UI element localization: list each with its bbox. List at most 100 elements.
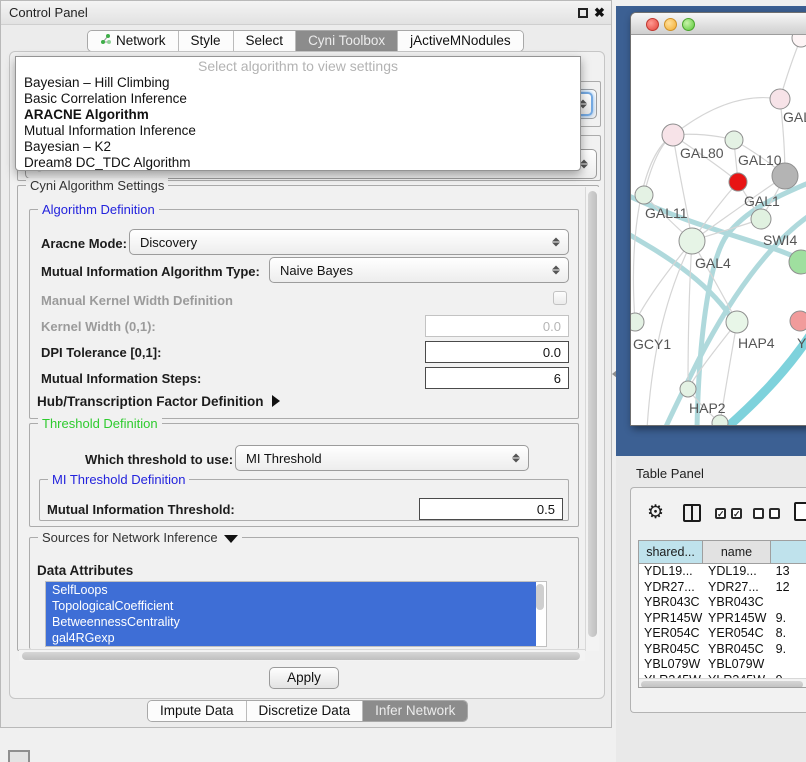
kernel-width-label: Kernel Width (0,1): <box>41 319 156 334</box>
mi-type-combo[interactable]: Naive Bayes <box>269 257 569 283</box>
close-icon[interactable]: ✖ <box>594 4 605 22</box>
node-label: HAP2 <box>689 400 726 416</box>
dropdown-item[interactable]: Bayesian – K2 <box>16 139 580 155</box>
control-panel: Control Panel ✖ Network Style Select Cyn… <box>0 0 612 728</box>
list-item[interactable]: gal4RGexp <box>46 630 536 646</box>
close-traffic-icon[interactable] <box>646 18 659 31</box>
network-node[interactable] <box>790 311 806 331</box>
apply-button[interactable]: Apply <box>269 667 339 689</box>
network-window-titlebar[interactable] <box>631 13 806 35</box>
column-header[interactable]: name <box>703 541 771 563</box>
network-node[interactable] <box>712 415 728 426</box>
table-panel-body: ⚙ ✓ ✓ shared... name YDL19...YDL19...13 … <box>630 487 806 713</box>
table-panel: Table Panel ⚙ ✓ ✓ shared... name YDL19..… <box>616 456 806 762</box>
list-scrollbar-thumb[interactable] <box>536 584 544 610</box>
settings-vertical-scrollbar[interactable] <box>585 187 599 651</box>
hub-definition-toggle[interactable]: Hub/Transcription Factor Definition <box>37 394 280 409</box>
dropdown-item-aracne[interactable]: ARACNE Algorithm <box>16 107 580 123</box>
settings-horizontal-scrollbar[interactable] <box>19 649 585 661</box>
dropdown-item[interactable]: Bayesian – Hill Climbing <box>16 75 580 91</box>
node-label: GAL10 <box>738 152 782 168</box>
control-panel-titlebar: Control Panel ✖ <box>1 1 611 25</box>
kernel-width-field[interactable]: 0.0 <box>425 315 569 337</box>
list-item[interactable]: TopologicalCoefficient <box>46 598 536 614</box>
scrollbar-thumb[interactable] <box>588 191 597 637</box>
select-all-checkbox-icon[interactable]: ✓ <box>715 508 726 519</box>
tab-infer-network[interactable]: Infer Network <box>363 701 467 721</box>
list-item[interactable]: BetweennessCentrality <box>46 614 536 630</box>
which-threshold-label: Which threshold to use: <box>85 452 233 467</box>
column-header[interactable]: shared... <box>639 541 703 563</box>
manual-kernel-checkbox[interactable] <box>553 291 567 305</box>
network-node-gal11[interactable] <box>635 186 653 204</box>
table-row[interactable]: YBL079WYBL079W <box>639 657 806 673</box>
network-node-gal10[interactable] <box>725 131 743 149</box>
sources-group-title[interactable]: Sources for Network Inference <box>38 530 242 545</box>
scrollbar-thumb[interactable] <box>641 681 803 688</box>
network-node-gal80[interactable] <box>662 124 684 146</box>
dropdown-placeholder: Select algorithm to view settings <box>16 57 580 75</box>
tab-jactivemnodules[interactable]: jActiveMNodules <box>398 31 523 51</box>
node-table: shared... name YDL19...YDL19...13 YDR27.… <box>638 540 806 688</box>
zoom-traffic-icon[interactable] <box>682 18 695 31</box>
table-row[interactable]: YBR043CYBR043C <box>639 595 806 611</box>
network-node-hap2[interactable] <box>680 381 696 397</box>
network-window[interactable]: GAL80 GAL10 GAL11 GAL1 SWI4 GAL4 GCY1 HA… <box>630 12 806 426</box>
table-row[interactable]: YER054CYER054C8. <box>639 626 806 642</box>
scrollbar-thumb[interactable] <box>22 652 580 660</box>
column-header[interactable] <box>771 541 806 563</box>
list-item[interactable]: SelfLoops <box>46 582 536 598</box>
network-node-gal4[interactable] <box>679 228 705 254</box>
minimize-traffic-icon[interactable] <box>664 18 677 31</box>
float-window-icon[interactable] <box>578 8 588 18</box>
dropdown-item[interactable]: Basic Correlation Inference <box>16 91 580 107</box>
top-tabbar: Network Style Select Cyni Toolbox jActiv… <box>87 30 524 52</box>
bottom-tabbar: Impute Data Discretize Data Infer Networ… <box>147 700 468 722</box>
algorithm-dropdown-list: Select algorithm to view settings Bayesi… <box>15 56 581 171</box>
export-table-icon[interactable] <box>794 502 806 521</box>
network-node[interactable] <box>770 89 790 109</box>
table-header: shared... name <box>639 541 806 564</box>
node-label: HAP4 <box>738 335 775 351</box>
deselect-checkbox-icon[interactable] <box>753 508 764 519</box>
dropdown-item[interactable]: Dream8 DC_TDC Algorithm <box>16 155 580 171</box>
network-node-gcy1[interactable] <box>631 313 644 331</box>
tab-discretize-data[interactable]: Discretize Data <box>247 701 364 721</box>
tab-cyni-toolbox[interactable]: Cyni Toolbox <box>296 31 398 51</box>
docked-panel-icon[interactable] <box>8 750 30 762</box>
tab-network[interactable]: Network <box>88 31 179 51</box>
aracne-mode-combo[interactable]: Discovery <box>129 229 569 255</box>
tab-style[interactable]: Style <box>179 31 234 51</box>
mi-threshold-label: Mutual Information Threshold: <box>47 502 235 517</box>
group-title: Cyni Algorithm Settings <box>26 178 168 193</box>
table-row[interactable]: YBR045CYBR045C9. <box>639 642 806 658</box>
tab-select[interactable]: Select <box>234 31 297 51</box>
node-label: Y <box>797 335 806 351</box>
network-canvas[interactable]: GAL80 GAL10 GAL11 GAL1 SWI4 GAL4 GCY1 HA… <box>631 35 806 426</box>
gear-icon[interactable]: ⚙ <box>647 503 664 522</box>
mi-steps-field[interactable]: 6 <box>425 367 569 389</box>
panel-title: Control Panel <box>9 1 88 25</box>
network-node-hap4[interactable] <box>726 311 748 333</box>
table-row[interactable]: YDL19...YDL19...13 <box>639 564 806 580</box>
tab-impute-data[interactable]: Impute Data <box>148 701 247 721</box>
node-label: GAL11 <box>645 205 688 221</box>
mi-threshold-field[interactable]: 0.5 <box>419 498 563 520</box>
network-node-gal1[interactable] <box>751 209 771 229</box>
data-attributes-list[interactable]: SelfLoops TopologicalCoefficient Between… <box>45 581 547 647</box>
select-all-checkbox-icon[interactable]: ✓ <box>731 508 742 519</box>
table-horizontal-scrollbar[interactable] <box>639 678 806 688</box>
dpi-tolerance-label: DPI Tolerance [0,1]: <box>41 345 161 360</box>
which-threshold-combo[interactable]: MI Threshold <box>235 445 529 471</box>
group-title: Algorithm Definition <box>38 202 159 217</box>
table-row[interactable]: YDR27...YDR27...12 <box>639 580 806 596</box>
network-node-selected[interactable] <box>729 173 747 191</box>
table-row[interactable]: YPR145WYPR145W9. <box>639 611 806 627</box>
dropdown-item[interactable]: Mutual Information Inference <box>16 123 580 139</box>
node-label: GCY1 <box>633 336 671 352</box>
table-panel-title: Table Panel <box>636 466 704 481</box>
columns-icon[interactable] <box>683 504 701 522</box>
network-node[interactable] <box>792 35 806 47</box>
deselect-checkbox-icon[interactable] <box>769 508 780 519</box>
dpi-tolerance-field[interactable]: 0.0 <box>425 341 569 363</box>
